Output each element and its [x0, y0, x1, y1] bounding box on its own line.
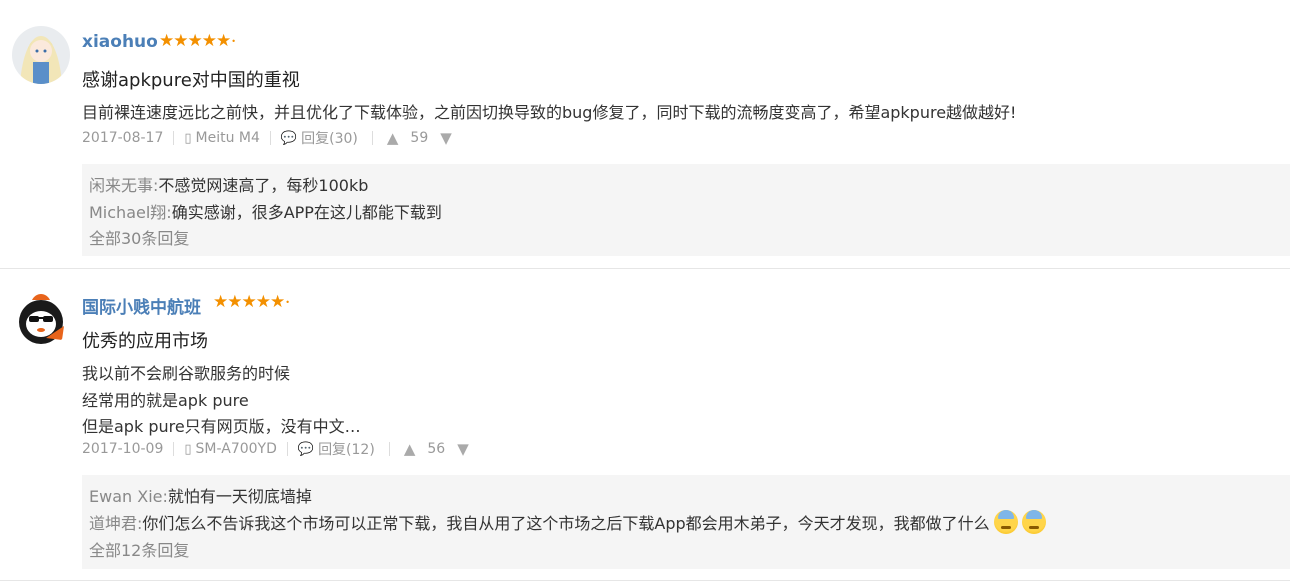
comment-icon: 💬 [280, 130, 298, 146]
review-body-line: 我以前不会刷谷歌服务的时候 [82, 364, 291, 383]
review-body-line: 目前裸连速度远比之前快，并且优化了下载体验，之前因切换导致的bug修复了，同时下… [82, 103, 1017, 122]
sweat-smile-emoji-icon [993, 510, 1018, 534]
reply-count-link[interactable]: 回复(30) [301, 128, 358, 148]
review-meta: 2017-08-17 ▯ Meitu M4 💬 回复(30) ▲ 59 ▼ [82, 128, 452, 148]
rating-stars: ★★★★★• [159, 31, 236, 51]
review-body-line: 经常用的就是apk pure [82, 391, 249, 410]
thumbs-up-icon[interactable]: ▲ [404, 440, 416, 458]
review-title: 感谢apkpure对中国的重视 [82, 70, 300, 91]
reply-username[interactable]: Ewan Xie: [89, 487, 168, 506]
divider [173, 442, 175, 456]
reply-item: Michael翔:确实感谢，很多APP在这儿都能下载到 [89, 199, 442, 223]
star-end-dot: • [231, 36, 236, 46]
thumbs-up-icon[interactable]: ▲ [387, 129, 399, 147]
reply-text: 不感觉网速高了，每秒100kb [158, 176, 369, 195]
user-avatar[interactable] [12, 26, 70, 84]
review-date: 2017-08-17 [82, 130, 164, 146]
review-body-line: 但是apk pure只有网页版，没有中文… [82, 417, 361, 436]
review-card: 国际小贱中航班 ★★★★★• 优秀的应用市场 我以前不会刷谷歌服务的时候 经常用… [0, 270, 1290, 582]
review-divider [0, 580, 1290, 581]
phone-icon: ▯ [184, 130, 192, 146]
rating-stars: ★★★★★• [213, 292, 290, 312]
divider [286, 442, 288, 456]
star-end-dot: • [285, 297, 290, 307]
reply-username[interactable]: 闲来无事: [89, 176, 158, 195]
phone-icon: ▯ [184, 441, 192, 457]
username[interactable]: 国际小贱中航班 [82, 293, 201, 318]
comment-icon: 💬 [297, 441, 315, 457]
user-avatar[interactable] [12, 290, 70, 348]
replies-box: Ewan Xie:就怕有一天彻底墙掉 道坤君:你们怎么不告诉我这个市场可以正常下… [82, 475, 1290, 569]
device-name: Meitu M4 [195, 130, 260, 146]
reply-username[interactable]: Michael翔: [89, 203, 172, 222]
like-count: 56 [427, 441, 446, 457]
reply-item: 闲来无事:不感觉网速高了，每秒100kb [89, 172, 368, 196]
reply-username[interactable]: 道坤君: [89, 514, 142, 533]
rating-stars-value: ★★★★★ [213, 292, 285, 312]
reply-item: 道坤君:你们怎么不告诉我这个市场可以正常下载，我自从用了这个市场之后下载App都… [89, 510, 1046, 534]
review-card: xiaohuo ★★★★★• 感谢apkpure对中国的重视 目前裸连速度远比之… [0, 0, 1290, 270]
review-divider [0, 268, 1290, 269]
review-date: 2017-10-09 [82, 441, 164, 457]
reply-text: 就怕有一天彻底墙掉 [167, 487, 312, 506]
all-replies-link[interactable]: 全部12条回复 [89, 537, 189, 561]
divider [388, 442, 390, 456]
all-replies-link[interactable]: 全部30条回复 [89, 225, 189, 249]
reply-item: Ewan Xie:就怕有一天彻底墙掉 [89, 483, 312, 507]
sweat-smile-emoji-icon [1021, 510, 1046, 534]
thumbs-down-icon[interactable]: ▼ [440, 129, 452, 147]
reply-text: 确实感谢，很多APP在这儿都能下载到 [171, 203, 442, 222]
reply-text: 你们怎么不告诉我这个市场可以正常下载，我自从用了这个市场之后下载App都会用木弟… [142, 514, 990, 533]
like-count: 59 [410, 130, 429, 146]
divider [269, 131, 271, 145]
device-name: SM-A700YD [195, 441, 277, 457]
username[interactable]: xiaohuo [82, 32, 158, 52]
divider [173, 131, 175, 145]
rating-stars-value: ★★★★★ [159, 31, 231, 51]
divider [371, 131, 373, 145]
review-title: 优秀的应用市场 [82, 331, 208, 352]
thumbs-down-icon[interactable]: ▼ [457, 440, 469, 458]
replies-box: 闲来无事:不感觉网速高了，每秒100kb Michael翔:确实感谢，很多APP… [82, 164, 1290, 256]
review-meta: 2017-10-09 ▯ SM-A700YD 💬 回复(12) ▲ 56 ▼ [82, 439, 469, 459]
reply-count-link[interactable]: 回复(12) [318, 439, 375, 459]
